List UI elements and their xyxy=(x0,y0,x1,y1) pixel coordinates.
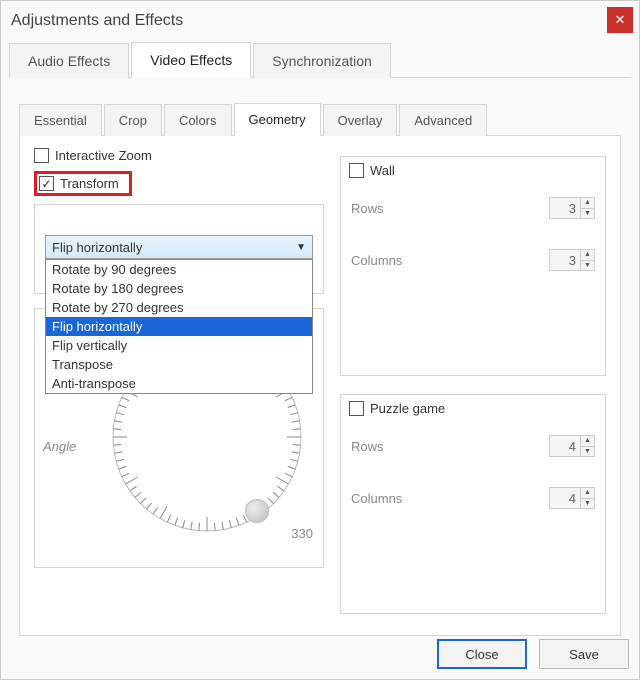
puzzle-cols-row: Columns 4 ▲ ▼ xyxy=(351,487,595,509)
interactive-zoom-row: Interactive Zoom xyxy=(34,148,324,163)
option-anti-transpose[interactable]: Anti-transpose xyxy=(46,374,312,393)
geometry-panel: Interactive Zoom Transform Flip horizont… xyxy=(19,136,621,636)
dialog-window: Adjustments and Effects ✕ Audio Effects … xyxy=(0,0,640,680)
option-rotate-180[interactable]: Rotate by 180 degrees xyxy=(46,279,312,298)
transform-checkbox[interactable] xyxy=(39,176,54,191)
subtab-geometry[interactable]: Geometry xyxy=(234,103,321,136)
option-rotate-270[interactable]: Rotate by 270 degrees xyxy=(46,298,312,317)
puzzle-rows-label: Rows xyxy=(351,439,384,454)
chevron-up-icon[interactable]: ▲ xyxy=(581,436,594,447)
puzzle-label: Puzzle game xyxy=(370,401,445,416)
option-rotate-90[interactable]: Rotate by 90 degrees xyxy=(46,260,312,279)
spinner-buttons: ▲ ▼ xyxy=(580,436,594,456)
spinner-buttons: ▲ ▼ xyxy=(580,198,594,218)
wall-cols-label: Columns xyxy=(351,253,402,268)
subtab-overlay[interactable]: Overlay xyxy=(323,104,398,136)
window-title: Adjustments and Effects xyxy=(11,12,629,30)
puzzle-rows-row: Rows 4 ▲ ▼ xyxy=(351,435,595,457)
titlebar: Adjustments and Effects xyxy=(1,1,639,41)
interactive-zoom-label: Interactive Zoom xyxy=(55,148,152,163)
spinner-buttons: ▲ ▼ xyxy=(580,250,594,270)
close-button[interactable]: Close xyxy=(437,639,527,669)
option-transpose[interactable]: Transpose xyxy=(46,355,312,374)
subtab-essential[interactable]: Essential xyxy=(19,104,102,136)
puzzle-checkbox[interactable] xyxy=(349,401,364,416)
chevron-down-icon: ▼ xyxy=(296,242,306,253)
subtab-crop[interactable]: Crop xyxy=(104,104,162,136)
subtab-advanced[interactable]: Advanced xyxy=(399,104,487,136)
puzzle-cols-label: Columns xyxy=(351,491,402,506)
puzzle-group: Puzzle game Rows 4 ▲ ▼ Columns xyxy=(340,394,606,614)
transform-group: Flip horizontally ▼ Rotate by 90 degrees… xyxy=(34,204,324,294)
content: Essential Crop Colors Geometry Overlay A… xyxy=(1,78,639,636)
angle-value: 330 xyxy=(291,526,313,541)
tab-video-effects[interactable]: Video Effects xyxy=(131,42,251,78)
chevron-down-icon[interactable]: ▼ xyxy=(581,261,594,271)
close-icon[interactable]: ✕ xyxy=(607,7,633,33)
transform-highlight: Transform xyxy=(34,171,132,196)
left-column: Interactive Zoom Transform Flip horizont… xyxy=(34,148,324,623)
angle-label: Angle xyxy=(43,439,76,454)
wall-rows-spinner[interactable]: 3 ▲ ▼ xyxy=(549,197,595,219)
sub-tabs: Essential Crop Colors Geometry Overlay A… xyxy=(19,102,621,136)
chevron-down-icon[interactable]: ▼ xyxy=(581,499,594,509)
transform-combobox[interactable]: Flip horizontally ▼ xyxy=(45,235,313,259)
wall-checkbox[interactable] xyxy=(349,163,364,178)
chevron-down-icon[interactable]: ▼ xyxy=(581,447,594,457)
main-tabs: Audio Effects Video Effects Synchronizat… xyxy=(9,41,631,78)
wall-title-row: Wall xyxy=(349,163,395,178)
save-button[interactable]: Save xyxy=(539,639,629,669)
transform-dropdown: Rotate by 90 degrees Rotate by 180 degre… xyxy=(45,259,313,394)
chevron-up-icon[interactable]: ▲ xyxy=(581,250,594,261)
tab-synchronization[interactable]: Synchronization xyxy=(253,43,391,78)
interactive-zoom-checkbox[interactable] xyxy=(34,148,49,163)
wall-rows-row: Rows 3 ▲ ▼ xyxy=(351,197,595,219)
wall-label: Wall xyxy=(370,163,395,178)
wall-cols-spinner[interactable]: 3 ▲ ▼ xyxy=(549,249,595,271)
chevron-down-icon[interactable]: ▼ xyxy=(581,209,594,219)
wall-rows-label: Rows xyxy=(351,201,384,216)
wall-cols-value: 3 xyxy=(550,250,580,270)
transform-row: Transform xyxy=(34,171,324,196)
right-column: Wall Rows 3 ▲ ▼ Columns xyxy=(340,148,606,623)
puzzle-cols-spinner[interactable]: 4 ▲ ▼ xyxy=(549,487,595,509)
chevron-up-icon[interactable]: ▲ xyxy=(581,488,594,499)
spinner-buttons: ▲ ▼ xyxy=(580,488,594,508)
transform-combo-wrap: Flip horizontally ▼ Rotate by 90 degrees… xyxy=(45,235,313,259)
transform-label: Transform xyxy=(60,176,119,191)
option-flip-horizontally[interactable]: Flip horizontally xyxy=(46,317,312,336)
tab-audio-effects[interactable]: Audio Effects xyxy=(9,43,129,78)
subtab-colors[interactable]: Colors xyxy=(164,104,232,136)
footer: Close Save xyxy=(437,639,629,669)
wall-cols-row: Columns 3 ▲ ▼ xyxy=(351,249,595,271)
dial-knob-icon[interactable] xyxy=(245,499,269,523)
puzzle-title-row: Puzzle game xyxy=(349,401,445,416)
wall-group: Wall Rows 3 ▲ ▼ Columns xyxy=(340,156,606,376)
wall-rows-value: 3 xyxy=(550,198,580,218)
puzzle-rows-spinner[interactable]: 4 ▲ ▼ xyxy=(549,435,595,457)
transform-combobox-value: Flip horizontally xyxy=(52,240,142,255)
puzzle-rows-value: 4 xyxy=(550,436,580,456)
puzzle-cols-value: 4 xyxy=(550,488,580,508)
chevron-up-icon[interactable]: ▲ xyxy=(581,198,594,209)
option-flip-vertically[interactable]: Flip vertically xyxy=(46,336,312,355)
